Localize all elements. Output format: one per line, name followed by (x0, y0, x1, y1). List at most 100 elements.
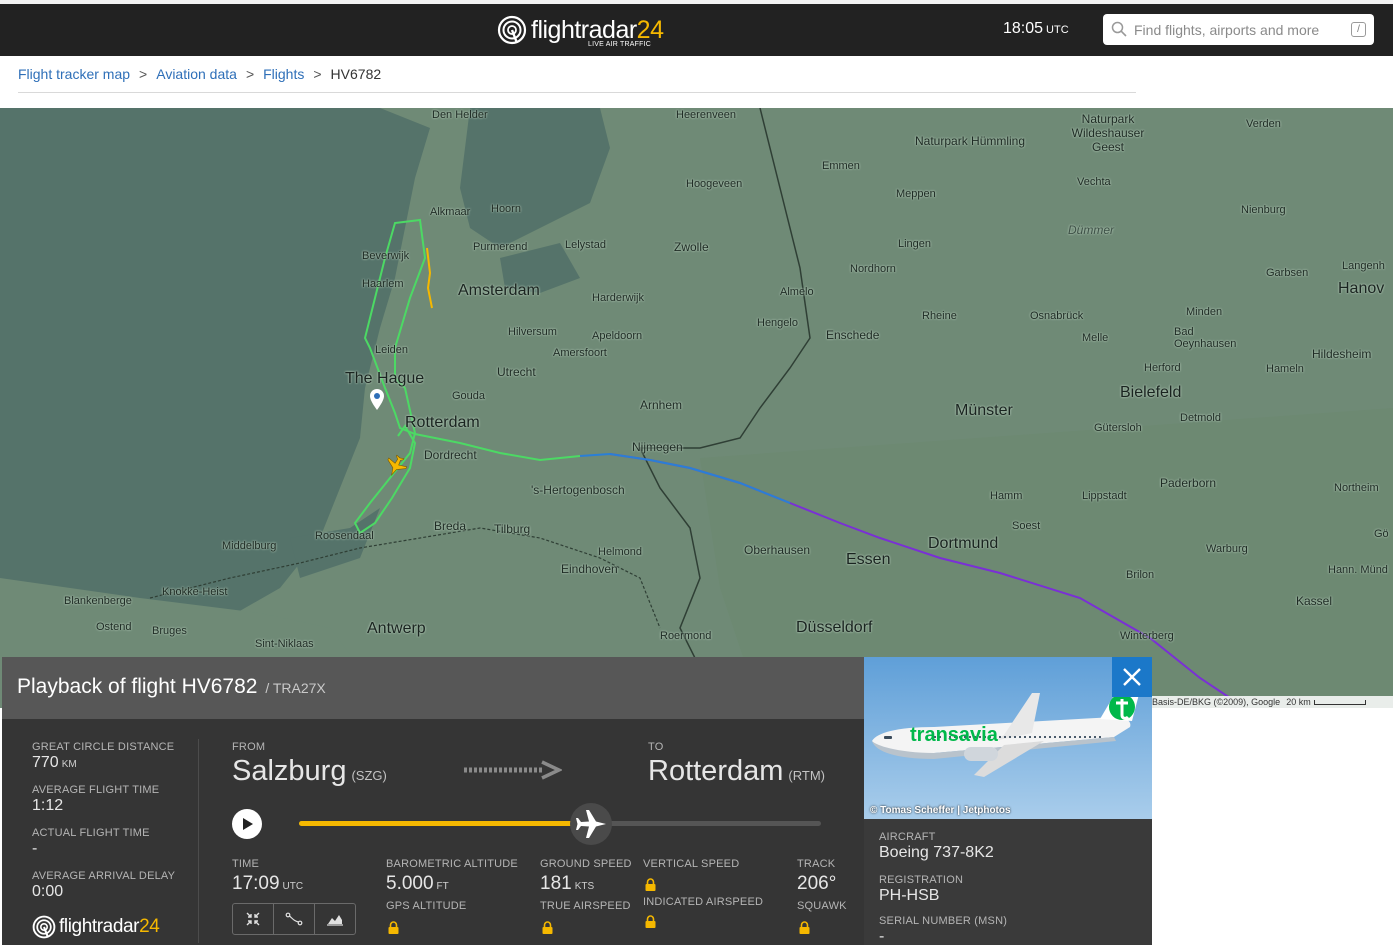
lock-icon[interactable] (388, 921, 399, 934)
map-label: Hildesheim (1312, 347, 1372, 361)
map-label: Nienburg (1241, 204, 1286, 216)
map-label: Dortmund (928, 535, 999, 552)
map-label: Detmold (1180, 412, 1221, 424)
playback-progress (299, 821, 592, 826)
track-label: TRACK (797, 858, 836, 870)
map-label: Hameln (1266, 363, 1304, 375)
close-button[interactable] (1112, 657, 1152, 697)
map-label: Lippstadt (1082, 490, 1127, 502)
map-label: Vechta (1077, 176, 1111, 188)
registration-value[interactable]: PH-HSB (879, 887, 939, 905)
map-label: Middelburg (222, 540, 277, 552)
playback-title: Playback of flight HV6782 / TRA27X (17, 675, 326, 699)
breadcrumb-separator: > (139, 66, 148, 82)
route-toggle-button[interactable] (274, 904, 315, 934)
map-label: Naturpark Hümmling (915, 134, 1026, 148)
lock-icon[interactable] (542, 921, 553, 934)
msn-label: SERIAL NUMBER (MSN) (879, 915, 1008, 927)
aircraft-photo-image: transavia (864, 657, 1152, 819)
destination-code: (RTM) (788, 768, 825, 783)
map-label: Hilversum (508, 326, 557, 338)
ground-speed-label: GROUND SPEED (540, 858, 632, 870)
map-label: Heerenveen (676, 109, 736, 121)
ground-speed-value: 181 KTS (540, 873, 594, 895)
map-label: Nijmegen (632, 440, 683, 454)
play-button[interactable] (232, 809, 262, 839)
avg-arrival-delay-label: AVERAGE ARRIVAL DELAY (32, 870, 176, 882)
to-label: TO (648, 741, 664, 753)
breadcrumb-current: HV6782 (330, 66, 382, 82)
map-label: Hann. Münd (1328, 564, 1388, 576)
logo-tagline: LIVE AIR TRAFFIC (588, 41, 651, 48)
from-label: FROM (232, 741, 266, 753)
map-label: Hoogeveen (686, 178, 743, 190)
breadcrumb-flight-tracker-map[interactable]: Flight tracker map (18, 66, 130, 82)
breadcrumb-flights[interactable]: Flights (263, 66, 304, 82)
breadcrumb-aviation-data[interactable]: Aviation data (156, 66, 237, 82)
photo-credit[interactable]: © Tomas Scheffer | Jetphotos (870, 805, 1011, 816)
map-label: Amersfoort (553, 347, 607, 359)
slider-handle[interactable] (570, 803, 613, 845)
map-label: Rotterdam (405, 414, 480, 431)
lock-icon[interactable] (799, 921, 810, 934)
map-label: Hanov (1338, 280, 1385, 297)
map-label: Knokke-Heist (162, 586, 228, 598)
registration-label: REGISTRATION (879, 874, 964, 886)
clock-time: 18:05 (1003, 20, 1044, 37)
squawk-label: SQUAWK (797, 900, 847, 912)
lock-icon[interactable] (645, 878, 656, 891)
map-label: Paderborn (1160, 476, 1217, 490)
lock-icon[interactable] (645, 915, 656, 928)
map-label: Naturpark Wildeshauser Geest (1071, 112, 1145, 154)
map-label: Rheine (922, 310, 957, 322)
playback-slider[interactable] (299, 821, 821, 826)
footer-logo-wordmark: flightradar24 (59, 916, 160, 937)
map-label: Herford (1144, 362, 1181, 374)
destination-city[interactable]: Rotterdam (RTM) (648, 755, 825, 788)
map-label: Warburg (1206, 543, 1248, 555)
map-label: Helmond (598, 546, 643, 558)
utc-clock: 18:05 UTC (1003, 20, 1069, 38)
flight-map[interactable]: Den Helder Heerenveen Naturpark Hümmling… (0, 108, 1393, 708)
map-label: Arnhem (640, 398, 683, 412)
map-label: Langenh (1342, 260, 1385, 272)
map-label: Bruges (152, 625, 187, 637)
map-label: Enschede (826, 328, 880, 342)
flightradar24-logo[interactable]: flightradar24 LIVE AIR TRAFFIC (497, 10, 664, 50)
top-strip (0, 0, 1393, 4)
map-label: Antwerp (367, 620, 426, 637)
origin-city[interactable]: Salzburg (SZG) (232, 755, 387, 788)
time-label: TIME (232, 858, 260, 870)
aircraft-info: AIRCRAFT Boeing 737-8K2 REGISTRATION PH-… (864, 819, 1152, 945)
play-icon (243, 818, 253, 830)
map-label: Melle (1082, 332, 1109, 344)
map-label: Hengelo (757, 317, 798, 329)
scale-bar (1313, 700, 1366, 706)
search-box[interactable]: / (1103, 14, 1374, 45)
map-label: Roermond (660, 630, 712, 642)
time-unit: UTC (282, 881, 304, 892)
map-label: Beverwijk (362, 250, 410, 262)
time-number: 17:09 (232, 873, 280, 894)
collapse-arrows-icon (246, 912, 260, 926)
great-circle-distance-label: GREAT CIRCLE DISTANCE (32, 741, 175, 753)
track-value: 206° (797, 873, 837, 894)
radar-icon (32, 915, 56, 939)
breadcrumb-divider (18, 92, 1136, 93)
aircraft-photo[interactable]: transavia (864, 657, 1152, 819)
map-label: Haarlem (362, 278, 404, 290)
altitude-graph-button[interactable] (315, 904, 355, 934)
origin-city-name: Salzburg (232, 755, 347, 787)
shortcut-key-badge: / (1351, 22, 1366, 37)
search-input[interactable] (1134, 18, 1339, 41)
breadcrumb: Flight tracker map > Aviation data > Fli… (18, 66, 381, 82)
map-label: Soest (1012, 520, 1041, 532)
playback-panel: Playback of flight HV6782 / TRA27X GREAT… (2, 657, 864, 945)
playback-title-text: Playback of flight HV6782 (17, 675, 258, 698)
map-label: Nordhorn (850, 263, 896, 275)
center-aircraft-button[interactable] (233, 904, 274, 934)
aircraft-type[interactable]: Boeing 737-8K2 (879, 844, 994, 862)
map-label: Bielefeld (1120, 384, 1182, 401)
map-label: Dümmer (1068, 223, 1115, 237)
chart-icon (327, 915, 343, 926)
